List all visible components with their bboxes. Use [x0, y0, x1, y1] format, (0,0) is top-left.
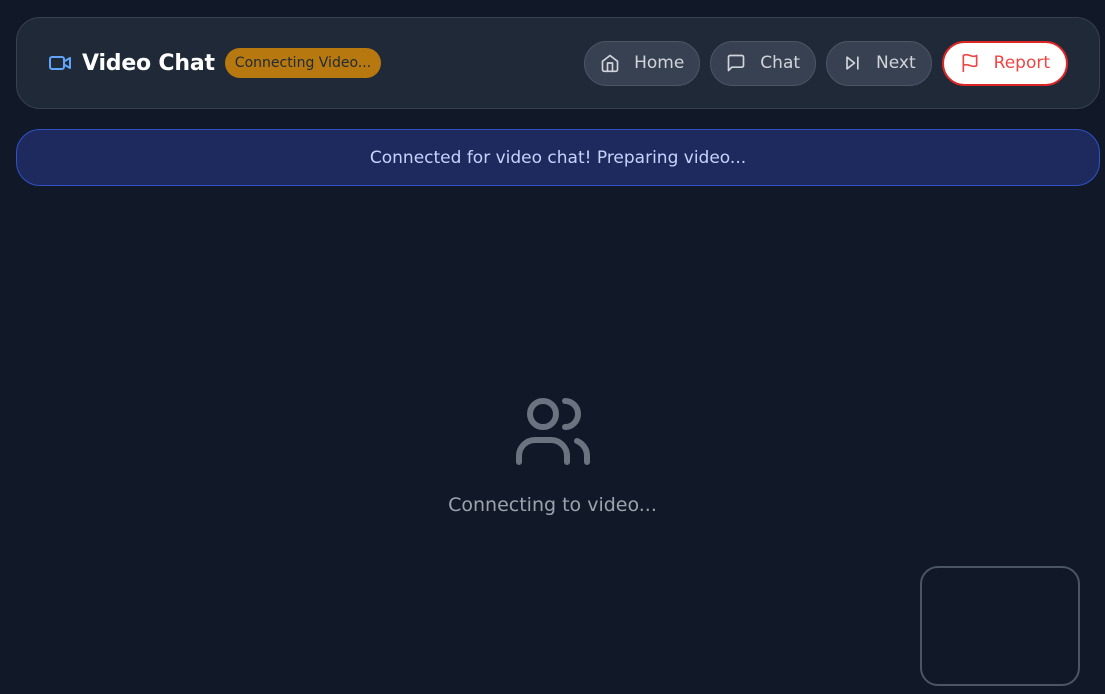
video-chat-page: Video Chat Connecting Video... Home Chat…	[0, 0, 1105, 694]
top-bar: Video Chat Connecting Video... Home Chat…	[16, 17, 1100, 109]
status-badge: Connecting Video...	[224, 48, 382, 78]
chat-button-label: Chat	[760, 53, 801, 73]
connection-notice-text: Connected for video chat! Preparing vide…	[369, 147, 747, 168]
skip-forward-icon	[842, 53, 862, 73]
local-video-preview	[920, 566, 1080, 686]
page-title: Video Chat	[82, 50, 215, 76]
users-icon	[515, 396, 591, 468]
connection-notice: Connected for video chat! Preparing vide…	[16, 129, 1100, 186]
remote-video-placeholder: Connecting to video...	[0, 396, 1105, 516]
nav-buttons: Home Chat Next Report	[584, 40, 1068, 86]
report-button-label: Report	[993, 53, 1050, 73]
brand: Video Chat Connecting Video...	[48, 48, 382, 78]
home-icon	[600, 53, 620, 73]
next-button-label: Next	[876, 53, 916, 73]
flag-icon	[960, 53, 980, 73]
home-button-label: Home	[634, 53, 685, 73]
report-button[interactable]: Report	[941, 40, 1068, 86]
message-square-icon	[726, 53, 746, 73]
connecting-status-text: Connecting to video...	[448, 494, 657, 516]
video-camera-icon	[48, 51, 72, 75]
next-button[interactable]: Next	[826, 40, 932, 86]
home-button[interactable]: Home	[584, 40, 701, 86]
chat-button[interactable]: Chat	[710, 40, 817, 86]
